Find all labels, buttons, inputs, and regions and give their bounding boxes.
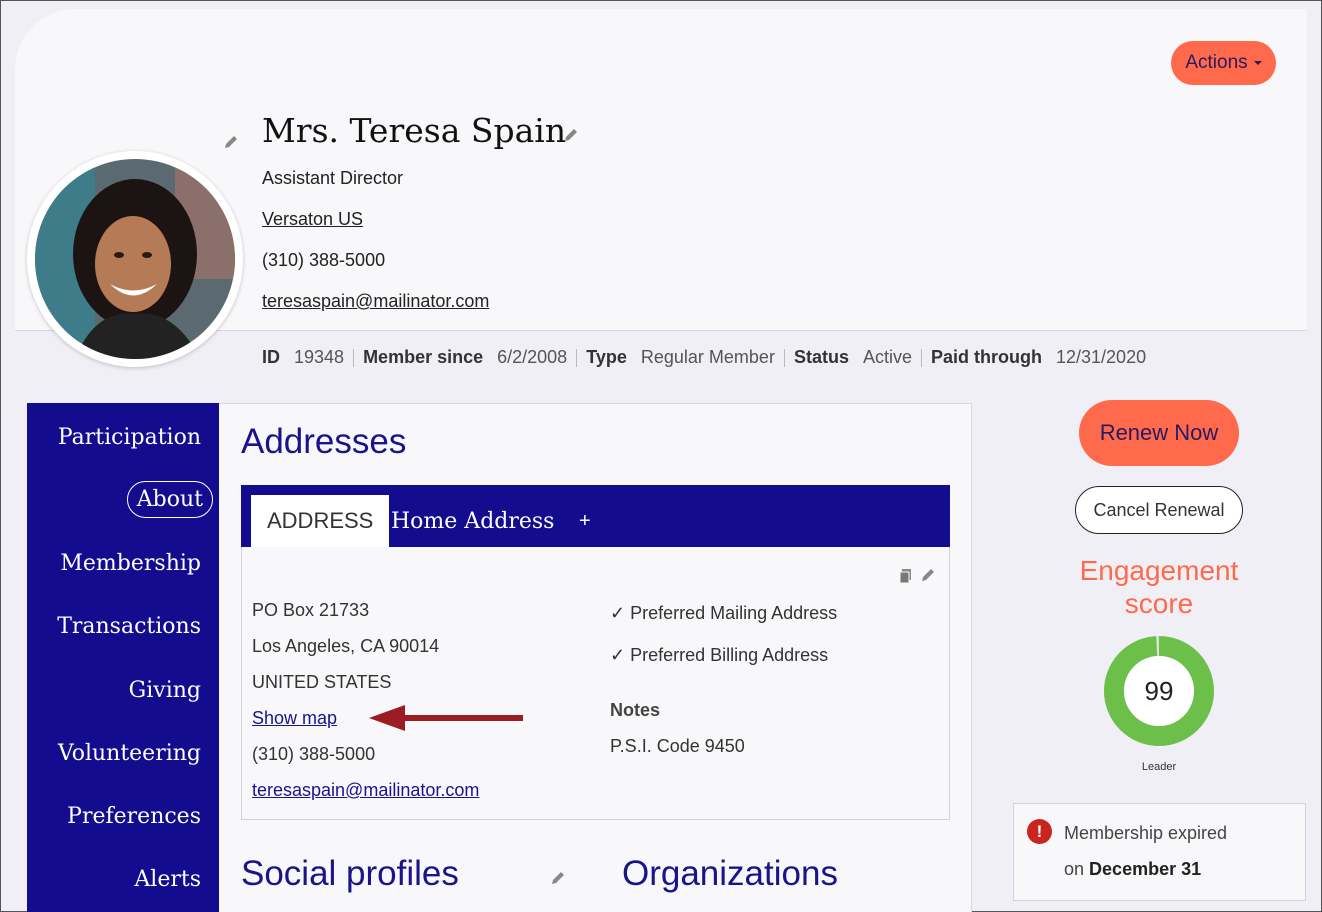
- actions-label: Actions: [1185, 52, 1248, 73]
- divider: [921, 348, 922, 367]
- member-phone: (310) 388-5000: [262, 250, 386, 270]
- expired-on: on: [1064, 859, 1085, 879]
- organizations-heading: Organizations: [622, 854, 838, 893]
- divider: [783, 348, 785, 367]
- address-tabs: ADDRESS Home Address +: [241, 485, 950, 547]
- member-since-label: Member since: [363, 347, 484, 367]
- tab-address[interactable]: ADDRESS: [251, 495, 390, 547]
- notes-value: P.S.I. Code 9450: [610, 736, 745, 756]
- divider: [353, 348, 355, 367]
- nav-item-transactions[interactable]: Transactions: [57, 614, 201, 639]
- annotation-arrow-icon: [369, 705, 523, 731]
- type-label: Type: [586, 347, 627, 367]
- address-line-1: PO Box 21733: [252, 600, 370, 620]
- membership-expired-alert: [1013, 803, 1306, 901]
- nav-item-giving[interactable]: Giving: [129, 678, 201, 703]
- engagement-gauge: 99: [1104, 636, 1214, 746]
- side-navigation: Participation About Membership Transacti…: [27, 403, 219, 912]
- edit-social-pencil-icon[interactable]: [550, 870, 566, 886]
- notes-label: Notes: [610, 700, 661, 720]
- exclamation-icon: !: [1027, 819, 1052, 844]
- id-value: 19348: [294, 347, 345, 367]
- expired-text-line2: on December 31: [1064, 859, 1201, 880]
- preferred-mailing: ✓ Preferred Mailing Address: [610, 603, 838, 623]
- address-email-link[interactable]: teresaspain@mailinator.com: [252, 780, 479, 801]
- expired-date: December 31: [1089, 859, 1202, 879]
- addresses-heading: Addresses: [241, 422, 407, 461]
- actions-button[interactable]: Actions: [1171, 41, 1276, 85]
- status-label: Status: [793, 347, 849, 367]
- renew-now-button[interactable]: Renew Now: [1079, 400, 1239, 466]
- edit-address-pencil-icon[interactable]: [920, 567, 936, 583]
- social-profiles-heading: Social profiles: [241, 854, 459, 893]
- engagement-score-value: 99: [1145, 676, 1174, 706]
- avatar: [27, 151, 243, 367]
- company-link[interactable]: Versaton US: [262, 209, 363, 230]
- edit-name-pencil-icon[interactable]: [563, 127, 579, 143]
- engagement-title-line2: score: [1124, 588, 1194, 619]
- member-meta-bar: ID 19348 Member since 6/2/2008 Type Regu…: [262, 347, 1155, 368]
- id-label: ID: [262, 347, 280, 367]
- engagement-level-label: Leader: [1141, 761, 1177, 773]
- caret-down-icon: [1253, 61, 1262, 65]
- type-value: Regular Member: [640, 347, 775, 367]
- nav-item-preferences[interactable]: Preferences: [67, 804, 201, 829]
- nav-item-participation[interactable]: Participation: [58, 425, 201, 450]
- member-email-link[interactable]: teresaspain@mailinator.com: [262, 291, 489, 312]
- address-line-2: Los Angeles, CA 90014: [252, 636, 440, 656]
- engagement-score-title: Engagement score: [1041, 554, 1277, 620]
- add-address-tab[interactable]: +: [579, 495, 591, 547]
- expired-text-line1: Membership expired: [1064, 823, 1228, 843]
- edit-photo-pencil-icon[interactable]: [223, 134, 239, 150]
- tab-home-address[interactable]: Home Address: [391, 495, 554, 547]
- nav-item-membership[interactable]: Membership: [60, 551, 201, 576]
- nav-item-volunteering[interactable]: Volunteering: [58, 741, 201, 766]
- paid-through-value: 12/31/2020: [1056, 347, 1147, 367]
- divider: [576, 348, 578, 367]
- nav-item-alerts[interactable]: Alerts: [134, 867, 201, 892]
- profile-photo: [35, 159, 235, 359]
- member-name: Mrs. Teresa Spain: [262, 111, 567, 150]
- status-value: Active: [862, 347, 912, 367]
- preferred-billing: ✓ Preferred Billing Address: [610, 645, 829, 665]
- member-since-value: 6/2/2008: [497, 347, 568, 367]
- paid-through-label: Paid through: [931, 347, 1042, 367]
- nav-item-about[interactable]: About: [126, 481, 213, 518]
- show-map-link[interactable]: Show map: [252, 708, 337, 729]
- cancel-renewal-button[interactable]: Cancel Renewal: [1075, 486, 1243, 534]
- engagement-title-line1: Engagement: [1079, 555, 1239, 586]
- address-phone: (310) 388-5000: [252, 744, 376, 764]
- copy-icon[interactable]: [898, 568, 914, 584]
- member-title: Assistant Director: [262, 168, 404, 188]
- address-country: UNITED STATES: [252, 672, 392, 692]
